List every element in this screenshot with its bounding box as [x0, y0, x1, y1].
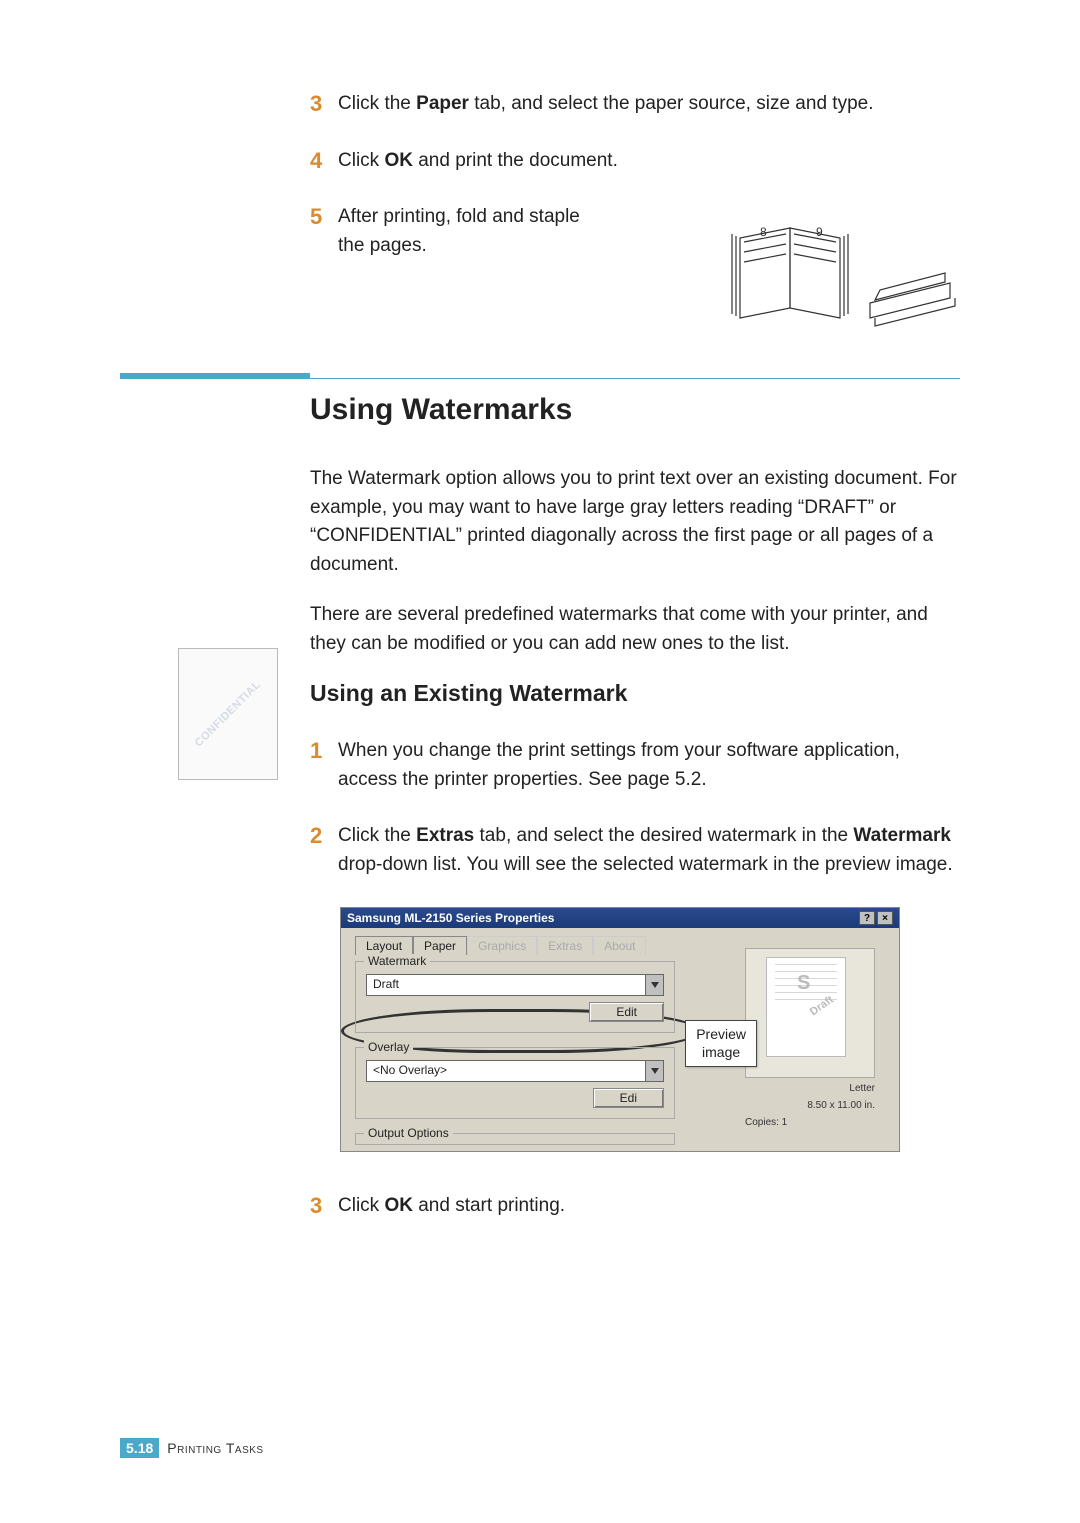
tab-layout[interactable]: Layout: [355, 936, 413, 955]
bold-text: Paper: [416, 93, 469, 114]
text: tab, and select the paper source, size a…: [469, 93, 874, 114]
preview-logo: S: [797, 972, 810, 995]
step-number: 5: [310, 203, 338, 232]
chevron-down-icon[interactable]: [645, 975, 663, 995]
step-number: 2: [310, 822, 338, 851]
footer-chapter: 5.: [126, 1440, 138, 1456]
preview-watermark-text: Draft: [808, 994, 836, 1019]
step-number: 3: [310, 1192, 338, 1221]
step-text: When you change the print settings from …: [338, 737, 960, 794]
step-text: Click the Extras tab, and select the des…: [338, 822, 960, 879]
footer-page: 18: [138, 1440, 154, 1456]
step-text: Click the Paper tab, and select the pape…: [338, 90, 873, 119]
step-number: 3: [310, 90, 338, 119]
help-button[interactable]: ?: [859, 911, 875, 925]
tab-graphics[interactable]: Graphics: [467, 936, 537, 955]
bold-text: Watermark: [853, 825, 951, 846]
text: and print the document.: [413, 150, 618, 171]
dialog-title: Samsung ML-2150 Series Properties: [347, 911, 554, 925]
preview-pane: S Draft: [745, 948, 875, 1078]
preview-callout-label: Preview image: [685, 1020, 757, 1066]
dropdown-value: <No Overlay>: [367, 1061, 645, 1081]
bold-text: OK: [384, 150, 413, 171]
preview-paper: S Draft: [766, 957, 846, 1057]
subheading-existing-watermark: Using an Existing Watermark: [310, 680, 960, 707]
tab-extras[interactable]: Extras: [537, 936, 593, 955]
step-number: 1: [310, 737, 338, 766]
text: Click the: [338, 93, 416, 114]
booklet-illustration: 8 9: [720, 208, 960, 333]
mid-step-3: 3 Click OK and start printing.: [310, 1192, 960, 1221]
step-5-row: 5 After printing, fold and staple the pa…: [310, 203, 960, 333]
text: tab, and select the desired watermark in…: [474, 825, 853, 846]
dialog-titlebar: Samsung ML-2150 Series Properties ? ×: [341, 908, 899, 928]
dropdown-value: Draft: [367, 975, 645, 995]
edit-overlay-button[interactable]: Edi: [593, 1088, 664, 1108]
watermark-dropdown[interactable]: Draft: [366, 974, 664, 996]
booklet-left-num: 8: [760, 225, 767, 239]
preview-paper-dims: 8.50 x 11.00 in.: [745, 1099, 875, 1112]
booklet-right-num: 9: [816, 225, 823, 239]
tab-about[interactable]: About: [593, 936, 646, 955]
watermark-intro-para2: There are several predefined watermarks …: [310, 601, 960, 658]
bold-text: OK: [384, 1195, 413, 1216]
text: drop-down list. You will see the selecte…: [338, 854, 953, 875]
mid-step-1: 1 When you change the print settings fro…: [310, 737, 960, 794]
fieldset-label: Overlay: [364, 1040, 413, 1054]
chevron-down-icon[interactable]: [645, 1061, 663, 1081]
callout-text: Preview image: [696, 1026, 746, 1060]
step-text: After printing, fold and staple the page…: [338, 203, 608, 260]
text: Click: [338, 150, 384, 171]
footer-section-title: Printing Tasks: [167, 1440, 263, 1456]
watermark-intro-para1: The Watermark option allows you to print…: [310, 465, 960, 579]
dialog-body: Layout Paper Graphics Extras About Water…: [341, 928, 899, 1151]
step-number: 4: [310, 147, 338, 176]
fieldset-label: Watermark: [364, 954, 430, 968]
overlay-fieldset: Overlay <No Overlay> Edi: [355, 1047, 675, 1119]
mid-step-2: 2 Click the Extras tab, and select the d…: [310, 822, 960, 879]
overlay-dropdown[interactable]: <No Overlay>: [366, 1060, 664, 1082]
thumbnail-diagonal-text: CONFIDENTIAL: [193, 679, 264, 750]
section-heading-watermarks: Using Watermarks: [310, 393, 960, 427]
page-footer: 5.18 Printing Tasks: [120, 1438, 264, 1458]
preview-paper-size: Letter: [745, 1082, 875, 1095]
edit-watermark-button[interactable]: Edit: [589, 1002, 664, 1022]
step-4: 4 Click OK and print the document.: [310, 147, 960, 176]
properties-dialog-screenshot: Samsung ML-2150 Series Properties ? × La…: [340, 907, 900, 1152]
preview-area: S Draft Letter 8.50 x 11.00 in. Copies: …: [745, 948, 875, 1129]
footer-page-badge: 5.18: [120, 1438, 159, 1458]
step-text: Click OK and print the document.: [338, 147, 618, 176]
bold-text: Extras: [416, 825, 474, 846]
text: Click the: [338, 825, 416, 846]
text: and start printing.: [413, 1195, 565, 1216]
text: Click: [338, 1195, 384, 1216]
tab-paper[interactable]: Paper: [413, 936, 467, 955]
watermark-fieldset: Watermark Draft Edit: [355, 961, 675, 1033]
close-button[interactable]: ×: [877, 911, 893, 925]
output-options-fieldset: Output Options: [355, 1133, 675, 1145]
fieldset-label: Output Options: [364, 1126, 453, 1140]
step-text: Click OK and start printing.: [338, 1192, 565, 1221]
step-3: 3 Click the Paper tab, and select the pa…: [310, 90, 960, 119]
watermark-thumbnail: CONFIDENTIAL: [178, 648, 278, 780]
preview-copies: Copies: 1: [745, 1116, 875, 1129]
